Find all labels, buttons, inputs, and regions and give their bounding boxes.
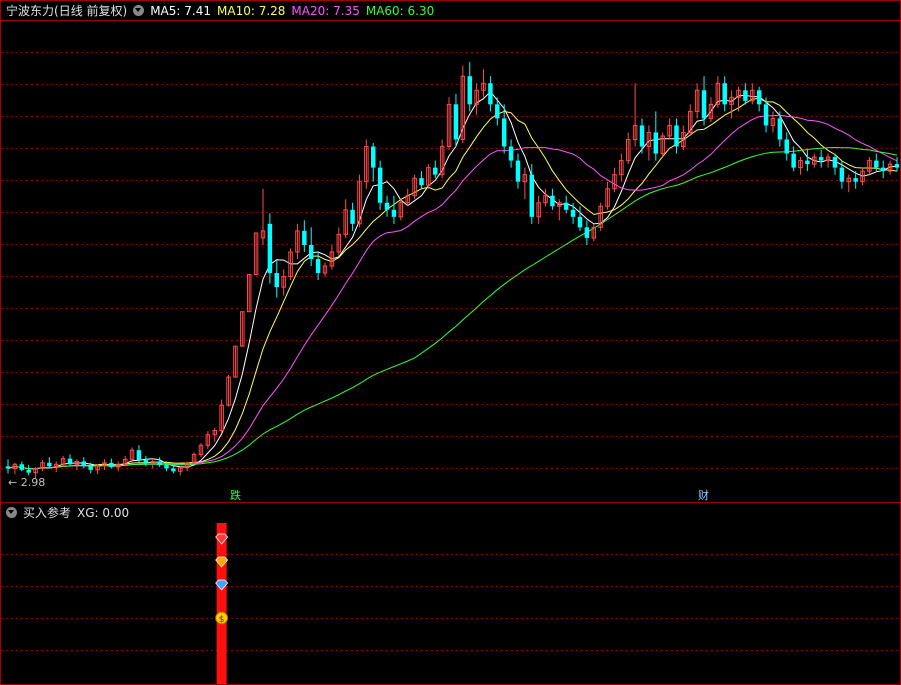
- candle-body-down: [488, 83, 493, 105]
- candle-body-down: [763, 104, 769, 126]
- xg-reading: XG: 0.00: [77, 506, 129, 520]
- candle-body-down: [722, 83, 727, 105]
- event-marker-fall[interactable]: 跌: [228, 487, 243, 503]
- ma20-value: 7.35: [333, 3, 360, 18]
- candle-body-down: [584, 227, 590, 238]
- lowest-price-marker: ← 2.98: [8, 476, 46, 489]
- candle-body-down: [701, 90, 707, 119]
- candle-body-down: [88, 466, 93, 470]
- xg-value: 0.00: [102, 505, 130, 520]
- candle-body-down: [756, 90, 762, 105]
- buy-signal-indicator: $: [215, 523, 229, 684]
- ma20-label: MA20:: [291, 3, 330, 18]
- candle-body-down: [274, 273, 280, 288]
- candle-body-down: [315, 259, 321, 274]
- candle-body-down: [384, 202, 390, 210]
- candle-body-down: [5, 466, 11, 469]
- candle-body-down: [550, 195, 555, 207]
- candle-body-down: [433, 167, 438, 175]
- money-bag-symbol: $: [219, 615, 225, 625]
- candle-body-down: [784, 139, 789, 154]
- candle-body-down: [453, 104, 459, 140]
- candle-body-down: [743, 90, 748, 101]
- candle-body-down: [164, 464, 169, 469]
- candle-body-down: [805, 160, 810, 165]
- period-label: (日线 前复权): [54, 4, 128, 18]
- candle-body-down: [570, 209, 576, 217]
- candle-body-down: [302, 230, 307, 245]
- event-marker-finance[interactable]: 财: [696, 487, 711, 503]
- candle-body-down: [653, 132, 659, 154]
- candle-body-down: [19, 464, 25, 470]
- candle-body-down: [894, 164, 900, 168]
- ma10-value: 7.28: [258, 3, 286, 18]
- dropdown-icon[interactable]: [6, 507, 17, 518]
- candle-body-down: [818, 157, 824, 161]
- signal-bar: [216, 523, 227, 684]
- candle-body-down: [371, 146, 376, 168]
- candle-body-down: [109, 462, 114, 468]
- ma10-label: MA10:: [217, 3, 255, 18]
- candle-body-down: [350, 209, 355, 224]
- candle-body-down: [839, 167, 845, 182]
- candle-body-down: [143, 460, 149, 463]
- candle-body-down: [832, 157, 838, 168]
- candle-body-down: [880, 167, 886, 172]
- candle-body-down: [791, 153, 796, 168]
- candle-body-down: [674, 125, 679, 147]
- ma60-reading: MA60: 6.30: [366, 4, 434, 18]
- dropdown-icon[interactable]: [133, 5, 145, 16]
- ma5-label: MA5:: [150, 3, 181, 18]
- outer-border: [0, 0, 901, 685]
- ma20-reading: MA20: 7.35: [291, 4, 359, 18]
- candle-body-down: [508, 146, 514, 161]
- candle-body-down: [577, 216, 583, 228]
- ma20-line: [7, 114, 898, 470]
- candle-body-down: [501, 118, 507, 147]
- main-chart-header: 宁波东力 (日线 前复权) MA5: 7.41 MA10: 7.28 MA20:…: [6, 2, 434, 19]
- chart-frame: $: [0, 0, 901, 685]
- candle-body-down: [467, 76, 472, 105]
- candle-body-down: [47, 462, 52, 467]
- candle-body-down: [81, 461, 87, 467]
- candle-body-down: [26, 469, 31, 473]
- candle-body-down: [377, 167, 383, 203]
- xg-label: XG:: [77, 505, 99, 520]
- candle-body-down: [391, 209, 397, 217]
- ma10-reading: MA10: 7.28: [217, 4, 285, 18]
- candle-body-down: [874, 160, 879, 168]
- candle-body-down: [171, 468, 176, 472]
- indicator-header: 买入参考 XG: 0.00: [6, 504, 129, 521]
- candle-body-down: [67, 458, 73, 465]
- candle-body-down: [777, 118, 783, 140]
- candle-body-down: [419, 178, 424, 186]
- candle-body-down: [157, 461, 162, 465]
- candle-body-down: [136, 450, 142, 461]
- candle-body-down: [515, 160, 521, 182]
- indicator-name: 买入参考: [23, 506, 72, 520]
- ma60-label: MA60:: [365, 3, 404, 18]
- candle-body-down: [853, 178, 858, 182]
- ma5-reading: MA5: 7.41: [150, 4, 211, 18]
- candle-body-down: [308, 244, 314, 259]
- ma60-value: 6.30: [407, 3, 435, 18]
- candle-body-down: [639, 125, 645, 147]
- candle-body-down: [529, 174, 534, 217]
- candle-body-down: [563, 202, 569, 210]
- stock-title: 宁波东力: [6, 4, 55, 18]
- candlestick-series: [5, 62, 900, 479]
- ma5-value: 7.41: [184, 3, 211, 18]
- candle-body-down: [495, 104, 500, 119]
- candle-body-down: [267, 223, 273, 274]
